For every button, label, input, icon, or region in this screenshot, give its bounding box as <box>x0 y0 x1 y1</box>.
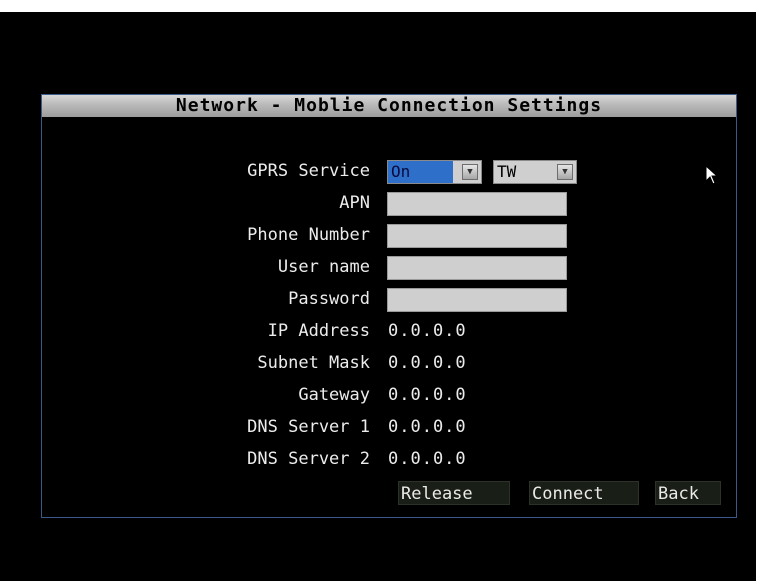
gprs-service-select[interactable]: On ▼ <box>387 160 482 184</box>
phone-number-input[interactable] <box>387 224 567 248</box>
chevron-down-icon[interactable]: ▼ <box>462 164 478 180</box>
connect-button[interactable]: Connect <box>529 481 639 505</box>
mouse-pointer-icon <box>705 165 719 185</box>
dns-server-1-value: 0.0.0.0 <box>388 417 467 437</box>
subnet-mask-value: 0.0.0.0 <box>388 353 467 373</box>
dvr-screen: Network - Moblie Connection Settings GPR… <box>0 0 759 581</box>
gateway-label: Gateway <box>298 385 370 405</box>
dns-server-2-label: DNS Server 2 <box>247 449 370 469</box>
region-select[interactable]: TW ▼ <box>493 160 577 184</box>
chevron-down-icon[interactable]: ▼ <box>557 164 573 180</box>
back-button[interactable]: Back <box>655 481 721 505</box>
dns-server-2-value: 0.0.0.0 <box>388 449 467 469</box>
password-label: Password <box>288 289 370 309</box>
apn-label: APN <box>339 193 370 213</box>
gateway-value: 0.0.0.0 <box>388 385 467 405</box>
gprs-service-value: On <box>388 161 453 183</box>
region-value: TW <box>497 162 517 181</box>
gprs-service-row: GPRS Service On ▼ TW ▼ <box>42 157 736 185</box>
apn-row: APN <box>42 189 736 217</box>
ip-address-label: IP Address <box>267 321 370 341</box>
mobile-connection-settings-window: Network - Moblie Connection Settings GPR… <box>41 94 737 518</box>
window-title: Network - Moblie Connection Settings <box>42 95 736 117</box>
gprs-service-label: GPRS Service <box>247 161 370 181</box>
password-input[interactable] <box>387 288 567 312</box>
ip-address-value: 0.0.0.0 <box>388 321 467 341</box>
dns-server-1-label: DNS Server 1 <box>247 417 370 437</box>
screen-top-border <box>0 0 759 12</box>
phone-number-row: Phone Number <box>42 221 736 249</box>
subnet-mask-label: Subnet Mask <box>257 353 370 373</box>
release-button[interactable]: Release <box>398 481 510 505</box>
apn-input[interactable] <box>387 192 567 216</box>
password-row: Password <box>42 285 736 313</box>
user-name-label: User name <box>277 257 370 277</box>
ip-address-row: IP Address 0.0.0.0 <box>42 317 736 345</box>
subnet-mask-row: Subnet Mask 0.0.0.0 <box>42 349 736 377</box>
user-name-row: User name <box>42 253 736 281</box>
dns-server-1-row: DNS Server 1 0.0.0.0 <box>42 413 736 441</box>
gateway-row: Gateway 0.0.0.0 <box>42 381 736 409</box>
phone-number-label: Phone Number <box>247 225 370 245</box>
user-name-input[interactable] <box>387 256 567 280</box>
dns-server-2-row: DNS Server 2 0.0.0.0 <box>42 445 736 473</box>
